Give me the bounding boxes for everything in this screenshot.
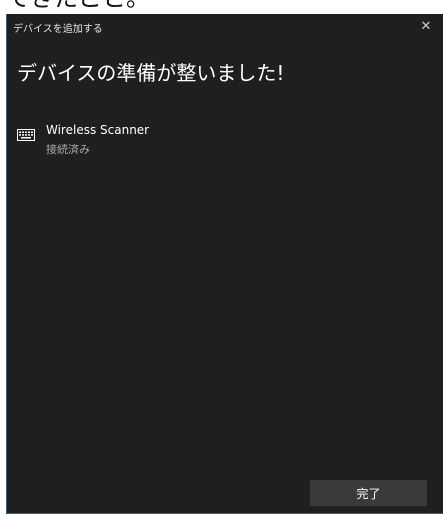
background-document-strip: できたこと。: [0, 0, 443, 14]
page-title: デバイスの準備が整いました!: [17, 61, 285, 85]
done-button[interactable]: 完了: [310, 480, 427, 506]
close-button[interactable]: ✕: [409, 14, 443, 38]
device-list-item[interactable]: Wireless Scanner 接続済み: [17, 123, 317, 159]
window-title: デバイスを追加する: [13, 24, 103, 35]
title-bar: デバイスを追加する ✕: [7, 14, 443, 38]
keyboard-icon: [17, 129, 35, 141]
device-status: 接続済み: [46, 143, 90, 156]
close-icon: ✕: [420, 18, 432, 34]
background-caption: できたこと。: [6, 0, 150, 12]
device-name: Wireless Scanner: [46, 123, 150, 137]
add-device-dialog: デバイスを追加する ✕ デバイスの準備が整いました! Wireless Scan…: [6, 14, 443, 514]
